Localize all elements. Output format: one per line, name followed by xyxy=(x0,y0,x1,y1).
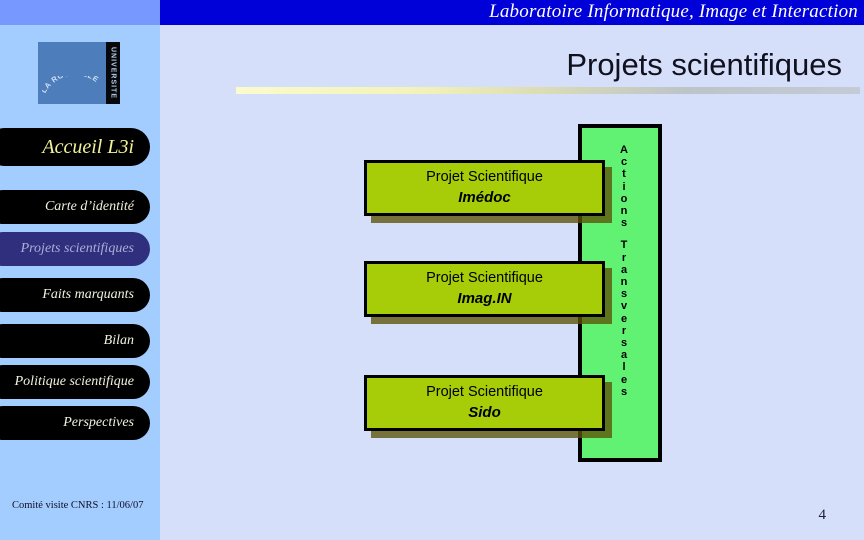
sidebar-item-label: Bilan xyxy=(103,333,134,348)
band-letter: i xyxy=(622,180,626,193)
project-kind-label: Projet Scientifique xyxy=(426,270,543,286)
page-number: 4 xyxy=(818,507,827,523)
project-name-label: Imédoc xyxy=(458,189,511,206)
sidebar-item-faits-marquants[interactable]: Faits marquants xyxy=(0,278,150,312)
sidebar-item-bilan[interactable]: Bilan xyxy=(0,324,150,358)
band-letter: s xyxy=(620,385,628,398)
band-letter: n xyxy=(620,276,628,289)
lab-name-title: Laboratoire Informatique, Image et Inter… xyxy=(489,1,858,22)
project-name-label: Sido xyxy=(468,404,501,421)
band-letter: s xyxy=(620,217,628,230)
sidebar-item-label: Faits marquants xyxy=(42,287,134,302)
band-letter: e xyxy=(620,373,628,386)
band-letter: T xyxy=(620,239,628,252)
band-letter: e xyxy=(620,312,628,325)
band-letter: o xyxy=(620,192,628,205)
band-letter: a xyxy=(620,349,628,362)
sidebar-top-strip xyxy=(0,0,160,25)
project-kind-label: Projet Scientifique xyxy=(426,384,543,400)
project-kind-label: Projet Scientifique xyxy=(426,169,543,185)
band-letter: s xyxy=(620,337,628,350)
project-name-label: Imag.IN xyxy=(457,290,512,307)
sidebar-item-label: Carte d’identité xyxy=(44,199,134,214)
band-letter: s xyxy=(620,288,628,301)
logo-side-bar: UNIVERSITE xyxy=(106,42,120,104)
page-title: Projets scientifiques xyxy=(566,47,842,82)
band-letter: A xyxy=(620,144,628,156)
band-letter: n xyxy=(620,205,628,218)
footer-note: Comité visite CNRS : 11/06/07 xyxy=(12,500,144,511)
slide: Laboratoire Informatique, Image et Inter… xyxy=(0,0,864,540)
svg-text:LA ROCHELLE: LA ROCHELLE xyxy=(42,76,101,95)
project-box-sido[interactable]: Projet Scientifique Sido xyxy=(364,375,605,431)
band-letter: r xyxy=(621,251,627,264)
top-banner: Laboratoire Informatique, Image et Inter… xyxy=(160,0,864,25)
band-letter: c xyxy=(620,156,628,169)
band-letter: v xyxy=(620,300,628,313)
band-letter: r xyxy=(621,324,627,337)
sidebar-item-projets-scientifiques[interactable]: Projets scientifiques xyxy=(0,232,150,266)
band-letter: l xyxy=(622,361,626,374)
sidebar-item-accueil-l3i[interactable]: Accueil L3i xyxy=(0,128,150,166)
sidebar-item-label: Politique scientifique xyxy=(14,374,134,389)
band-letter: t xyxy=(622,168,626,181)
sidebar-item-carte-didentite[interactable]: Carte d’identité xyxy=(0,190,150,224)
project-box-imedoc[interactable]: Projet Scientifique Imédoc xyxy=(364,160,605,216)
logo-arc-label: LA ROCHELLE xyxy=(42,76,100,95)
university-logo: LA ROCHELLE UNIVERSITE xyxy=(38,42,120,104)
sidebar-item-label: Projets scientifiques xyxy=(20,241,134,256)
logo-vertical-label: UNIVERSITE xyxy=(109,46,117,100)
sidebar-item-label: Perspectives xyxy=(63,415,134,430)
sidebar-item-label: Accueil L3i xyxy=(42,135,134,158)
project-box-imagin[interactable]: Projet Scientifique Imag.IN xyxy=(364,261,605,317)
title-divider xyxy=(236,87,860,94)
band-letter: a xyxy=(620,263,628,276)
sidebar: LA ROCHELLE UNIVERSITE Accueil L3i Carte… xyxy=(0,0,160,540)
logo-arc-text: LA ROCHELLE xyxy=(42,76,101,95)
sidebar-item-perspectives[interactable]: Perspectives xyxy=(0,406,150,440)
sidebar-item-politique-scientifique[interactable]: Politique scientifique xyxy=(0,365,150,399)
